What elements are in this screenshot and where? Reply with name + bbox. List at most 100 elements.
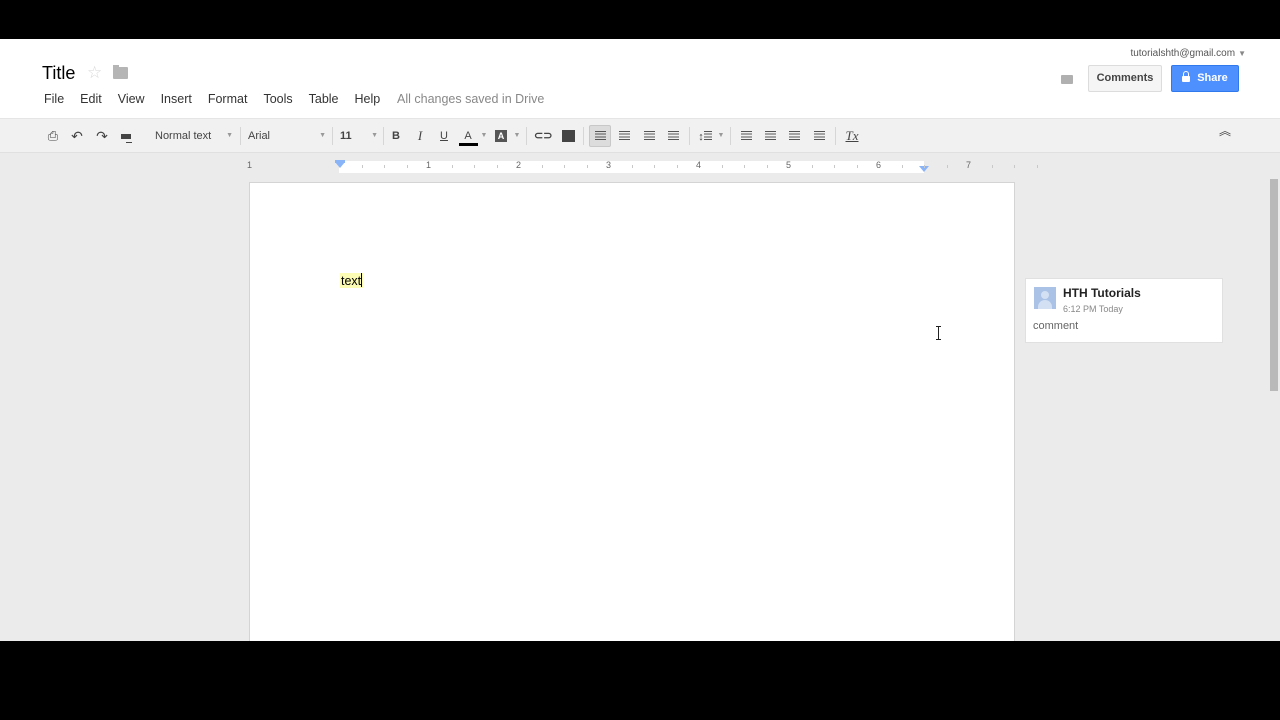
comment-icon: [561, 130, 575, 142]
ruler-tick: [1014, 165, 1015, 168]
folder-icon[interactable]: [113, 65, 128, 79]
underline-button[interactable]: U: [436, 126, 452, 146]
bulleted-list-icon: [764, 131, 776, 140]
account-menu[interactable]: tutorialshth@gmail.com ▼: [1130, 48, 1246, 59]
style-select[interactable]: Normal text ▼: [155, 126, 233, 146]
menu-table[interactable]: Table: [309, 92, 339, 106]
align-center-button[interactable]: [615, 126, 633, 146]
text-color-caret[interactable]: ▼: [480, 126, 488, 146]
ruler-tick: [946, 165, 948, 168]
document-body-text[interactable]: text: [340, 273, 364, 288]
ruler-tick: [451, 165, 453, 168]
scrollbar[interactable]: [1270, 179, 1278, 391]
ruler-tick: [721, 165, 723, 168]
comment-card[interactable]: HTH Tutorials 6:12 PM Today comment: [1025, 278, 1223, 343]
increase-indent-button[interactable]: [810, 126, 828, 146]
highlight-color-button[interactable]: A: [494, 126, 508, 146]
bold-button[interactable]: B: [388, 126, 404, 146]
insert-comment-button[interactable]: [560, 126, 576, 146]
chevron-down-icon: ▼: [371, 132, 378, 139]
chevron-down-icon: ▼: [319, 132, 326, 139]
highlight-caret[interactable]: ▼: [513, 126, 521, 146]
menu-help[interactable]: Help: [355, 92, 381, 106]
menu-format[interactable]: Format: [208, 92, 248, 106]
redo-button[interactable]: ↷: [93, 126, 111, 146]
ruler-tick: [541, 165, 543, 168]
numbered-list-button[interactable]: [737, 126, 755, 146]
chevron-down-icon: ▼: [226, 132, 233, 139]
share-label: Share: [1197, 72, 1228, 84]
justify-button[interactable]: [664, 126, 682, 146]
ruler-label: 1: [426, 160, 432, 170]
separator: [383, 127, 384, 145]
share-button[interactable]: Share: [1171, 65, 1239, 92]
ruler-label: 3: [606, 160, 612, 170]
separator: [332, 127, 333, 145]
menu-view[interactable]: View: [118, 92, 145, 106]
ruler-tick: [361, 165, 363, 168]
ruler-label: 6: [876, 160, 882, 170]
menu-tools[interactable]: Tools: [263, 92, 292, 106]
ruler-label: 5: [786, 160, 792, 170]
font-value: Arial: [248, 130, 271, 142]
mouse-ibeam-cursor: [936, 326, 941, 340]
link-icon: ⊂⊃: [534, 130, 553, 142]
document-page[interactable]: text: [249, 182, 1015, 641]
avatar: [1034, 287, 1056, 309]
align-left-button[interactable]: [589, 125, 611, 147]
ruler-tick: [474, 165, 475, 168]
chevron-down-icon: ▼: [1238, 49, 1246, 58]
menu-file[interactable]: File: [44, 92, 64, 106]
ruler-label: 4: [696, 160, 702, 170]
header: Title ☆ File Edit View Insert Format Too…: [0, 39, 1280, 118]
separator: [730, 127, 731, 145]
highlight-icon: A: [495, 130, 507, 142]
italic-button[interactable]: I: [412, 126, 428, 146]
text-cursor: [361, 273, 363, 287]
ruler-tick: [384, 165, 385, 168]
text-color-swatch: [459, 143, 478, 146]
ruler-label: 2: [516, 160, 522, 170]
separator: [526, 127, 527, 145]
decrease-indent-button[interactable]: [785, 126, 803, 146]
separator: [240, 127, 241, 145]
font-size-select[interactable]: 11 ▼: [340, 126, 378, 146]
ruler-tick: [586, 165, 588, 168]
ruler-label: 1: [247, 160, 253, 170]
paint-format-button[interactable]: [118, 126, 134, 146]
comment-author: HTH Tutorials: [1063, 286, 1141, 300]
ruler-tick: [654, 165, 655, 168]
ruler: 1 1 2 3 4 5 6 7: [247, 159, 1038, 175]
menu-edit[interactable]: Edit: [80, 92, 102, 106]
menu-insert[interactable]: Insert: [161, 92, 192, 106]
star-icon[interactable]: ☆: [87, 63, 102, 83]
account-email: tutorialshth@gmail.com: [1130, 48, 1236, 59]
text-color-button[interactable]: A: [458, 126, 478, 146]
line-spacing-button[interactable]: ↕: [695, 126, 715, 146]
bulleted-list-button[interactable]: [761, 126, 779, 146]
left-indent-handle[interactable]: [335, 162, 345, 168]
separator: [583, 127, 584, 145]
font-select[interactable]: Arial ▼: [248, 126, 326, 146]
ruler-tick: [676, 165, 678, 168]
print-button[interactable]: ⎙: [44, 126, 62, 146]
redo-icon: ↷: [96, 128, 108, 144]
align-right-button[interactable]: [640, 126, 658, 146]
comment-text: comment: [1033, 320, 1079, 332]
ruler-tick: [631, 165, 633, 168]
undo-button[interactable]: ↶: [68, 126, 86, 146]
comments-button[interactable]: Comments: [1088, 65, 1162, 92]
ruler-tick: [564, 165, 565, 168]
toolbar: ⎙ ↶ ↷ Normal text ▼ Arial ▼ 11 ▼ B I U A ▼ …: [0, 118, 1280, 153]
text-color-icon: A: [464, 130, 472, 142]
clear-formatting-button[interactable]: Tx: [843, 126, 861, 146]
collapse-toolbar-icon[interactable]: ︽: [1219, 125, 1231, 137]
document-title[interactable]: Title: [42, 63, 75, 84]
line-spacing-caret[interactable]: ▼: [717, 126, 725, 146]
chat-button[interactable]: [1054, 67, 1080, 93]
insert-link-button[interactable]: ⊂⊃: [534, 126, 552, 146]
ruler-tick: [901, 165, 903, 168]
align-center-icon: [618, 131, 630, 140]
style-value: Normal text: [155, 130, 212, 142]
save-status[interactable]: All changes saved in Drive: [397, 92, 544, 106]
